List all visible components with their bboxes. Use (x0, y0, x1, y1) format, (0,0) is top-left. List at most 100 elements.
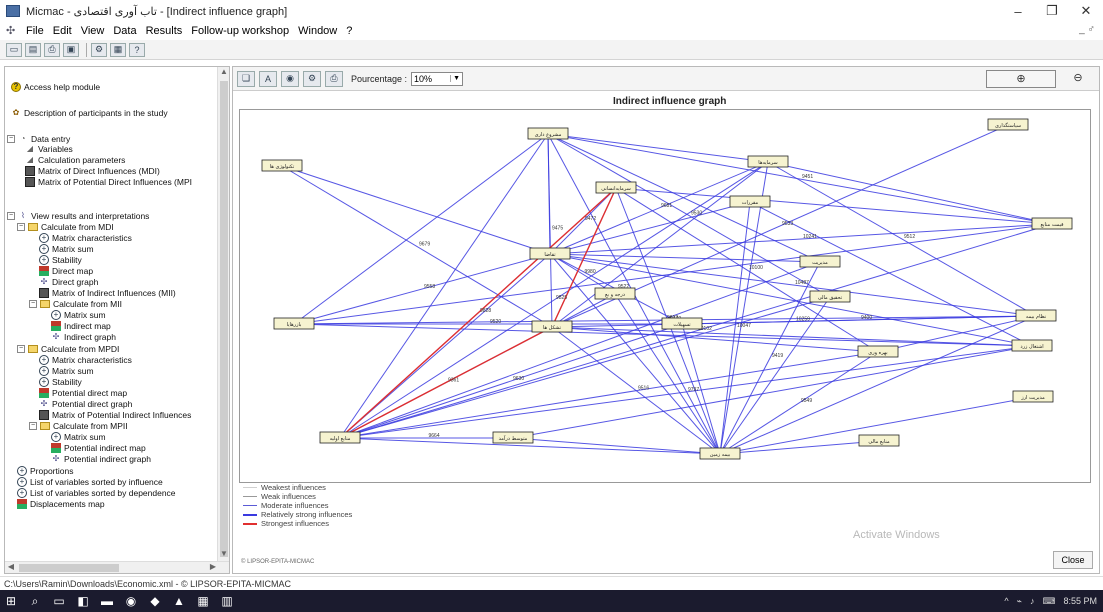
collapse-toggle[interactable]: − (17, 344, 25, 353)
tree-mpii[interactable]: Matrix of Potential Indirect Influences (39, 409, 191, 420)
open-icon[interactable]: ▤ (25, 42, 41, 57)
scroll-thumb[interactable] (19, 564, 119, 572)
tree-displacements[interactable]: Displacements map (17, 498, 105, 509)
tree-calc-mpii[interactable]: − Calculate from MPII (29, 420, 128, 431)
keyboard-icon[interactable]: ⌨ (1042, 596, 1055, 607)
zoom-in-button[interactable]: ⊕ (986, 70, 1056, 88)
graph-node[interactable]: تسهیلات (661, 317, 703, 330)
tree-help[interactable]: ? Access help module (11, 81, 100, 92)
tree-participants[interactable]: ✿ Description of participants in the stud… (11, 107, 168, 118)
clock[interactable]: 8:55 PM (1063, 596, 1097, 606)
tree-view-results[interactable]: − ⌇ View results and interpretations (7, 210, 149, 221)
tree-mpdi-char[interactable]: + Matrix characteristics (39, 354, 132, 365)
graph-node[interactable]: سرمایه‌انسانی (595, 181, 637, 194)
task-view-icon[interactable]: ▭ (48, 590, 70, 612)
tree-indirect-map[interactable]: Indirect map (51, 320, 111, 331)
minimize-button[interactable]: – (1001, 0, 1035, 22)
graph-node[interactable]: منابع اولیه (319, 431, 361, 444)
collapse-toggle[interactable]: − (17, 222, 25, 231)
menu-help[interactable]: ? (346, 25, 352, 37)
menu-file[interactable]: File (26, 25, 44, 37)
settings-icon[interactable]: ⚙ (91, 42, 107, 57)
tree-indirect-graph[interactable]: ✣ Indirect graph (51, 331, 116, 342)
graph-node[interactable]: مدیریت ارز (1012, 390, 1054, 403)
menu-results[interactable]: Results (146, 25, 183, 37)
graph-node[interactable]: تشکل ها (531, 320, 573, 333)
restore-button[interactable]: ❐ (1035, 0, 1069, 22)
menu-data[interactable]: Data (113, 25, 136, 37)
graph-node[interactable]: مشروع دارى (527, 127, 569, 140)
copy-icon[interactable]: ❏ (237, 70, 255, 87)
tree-proportions[interactable]: + Proportions (17, 465, 73, 476)
save-icon[interactable]: ▣ (63, 42, 79, 57)
tree-mpdi-sum[interactable]: + Matrix sum (39, 365, 94, 376)
tree-mii-sum[interactable]: + Matrix sum (51, 309, 106, 320)
tree-mii[interactable]: Matrix of Indirect Influences (MII) (39, 287, 176, 298)
graph-node[interactable]: مقررات (729, 195, 771, 208)
graph-node[interactable]: بیمه زمین (699, 447, 741, 460)
folder-icon[interactable]: ▬ (96, 590, 118, 612)
volume-icon[interactable]: ♪ (1030, 596, 1035, 606)
help-icon[interactable]: ? (129, 42, 145, 57)
tree-direct-map[interactable]: Direct map (39, 265, 93, 276)
menu-edit[interactable]: Edit (53, 25, 72, 37)
search-icon[interactable]: ⌕ (24, 590, 46, 612)
collapse-toggle[interactable]: − (29, 299, 37, 308)
graph-node[interactable]: تکنولوژی ها (261, 159, 303, 172)
graph-node[interactable]: تقاضا (529, 247, 571, 260)
tree-pot-indirect-graph[interactable]: ✣ Potential indirect graph (51, 453, 151, 464)
micmac-icon[interactable]: ▥ (216, 590, 238, 612)
graph-node[interactable]: مدیریت (799, 255, 841, 268)
mdi-child-icon[interactable]: ✣ (6, 25, 20, 37)
tree-pot-direct-graph[interactable]: ✣ Potential direct graph (39, 398, 133, 409)
tree-stability[interactable]: + Stability (39, 254, 82, 265)
collapse-toggle[interactable]: − (29, 421, 37, 430)
graph-node[interactable]: منابع مالی (858, 434, 900, 447)
tree-mpdi[interactable]: Matrix of Potential Direct Influences (M… (25, 176, 192, 187)
app-icon[interactable]: ◆ (144, 590, 166, 612)
start-icon[interactable]: ⊞ (0, 590, 22, 612)
graph-node[interactable]: تحقیق مالی (809, 290, 851, 303)
graph-node[interactable]: درجه و بع (594, 287, 636, 300)
graph-node[interactable]: قیمت منابع (1031, 217, 1073, 230)
excel-icon[interactable]: ▦ (192, 590, 214, 612)
menu-window[interactable]: Window (298, 25, 337, 37)
percentage-select[interactable]: 10% ▼ (411, 71, 464, 86)
scroll-up-icon[interactable]: ▲ (218, 67, 229, 79)
close-window-button[interactable]: ✕ (1069, 0, 1103, 22)
matrix-icon[interactable]: ▦ (110, 42, 126, 57)
tree-calc-mii[interactable]: − Calculate from MII (29, 298, 122, 309)
tree-sorted-dependence[interactable]: + List of variables sorted by dependence (17, 487, 176, 498)
tree-mpdi-stability[interactable]: + Stability (39, 376, 82, 387)
scroll-right-icon[interactable]: ▶ (207, 562, 219, 573)
tree-mpii-sum[interactable]: + Matrix sum (51, 431, 106, 442)
tree-direct-graph[interactable]: ✣ Direct graph (39, 276, 99, 287)
tree-matrix-char[interactable]: + Matrix characteristics (39, 232, 132, 243)
tree-matrix-sum[interactable]: + Matrix sum (39, 243, 94, 254)
tray-caret-icon[interactable]: ^ (1004, 596, 1008, 606)
color-icon[interactable]: ◉ (281, 70, 299, 87)
print-icon[interactable]: ⎙ (325, 70, 343, 87)
graph-node[interactable]: بازرهایا (273, 317, 315, 330)
print-icon[interactable]: ⎙ (44, 42, 60, 57)
network-icon[interactable]: ⌁ (1017, 596, 1022, 607)
scroll-thumb[interactable] (220, 81, 228, 557)
graph-node[interactable]: اشتغال زرد (1011, 339, 1053, 352)
graph-node[interactable]: بهره وری (857, 345, 899, 358)
graph-node[interactable]: سرمایه‌ها (747, 155, 789, 168)
tree-pot-indirect-map[interactable]: Potential indirect map (51, 442, 146, 453)
tree-calc-mdi[interactable]: − Calculate from MDI (17, 221, 114, 232)
new-icon[interactable]: ▭ (6, 42, 22, 57)
graph-node[interactable]: نظام بیمه (1015, 309, 1057, 322)
options-icon[interactable]: ⚙ (303, 70, 321, 87)
graph-node[interactable]: متوسط درآمد (492, 431, 534, 444)
scroll-left-icon[interactable]: ◀ (5, 562, 17, 573)
tree-calc-params[interactable]: ◢ Calculation parameters (25, 154, 125, 165)
tree-variables[interactable]: ◢ Variables (25, 143, 73, 154)
menu-follow-up[interactable]: Follow-up workshop (191, 25, 289, 37)
tree-mdi[interactable]: Matrix of Direct Influences (MDI) (25, 165, 160, 176)
scroll-down-icon[interactable]: ▼ (218, 549, 229, 561)
font-icon[interactable]: A (259, 70, 277, 87)
tree-vertical-scrollbar[interactable]: ▲ ▼ (217, 67, 229, 561)
mdi-controls[interactable]: _ ♂ (1079, 24, 1095, 35)
